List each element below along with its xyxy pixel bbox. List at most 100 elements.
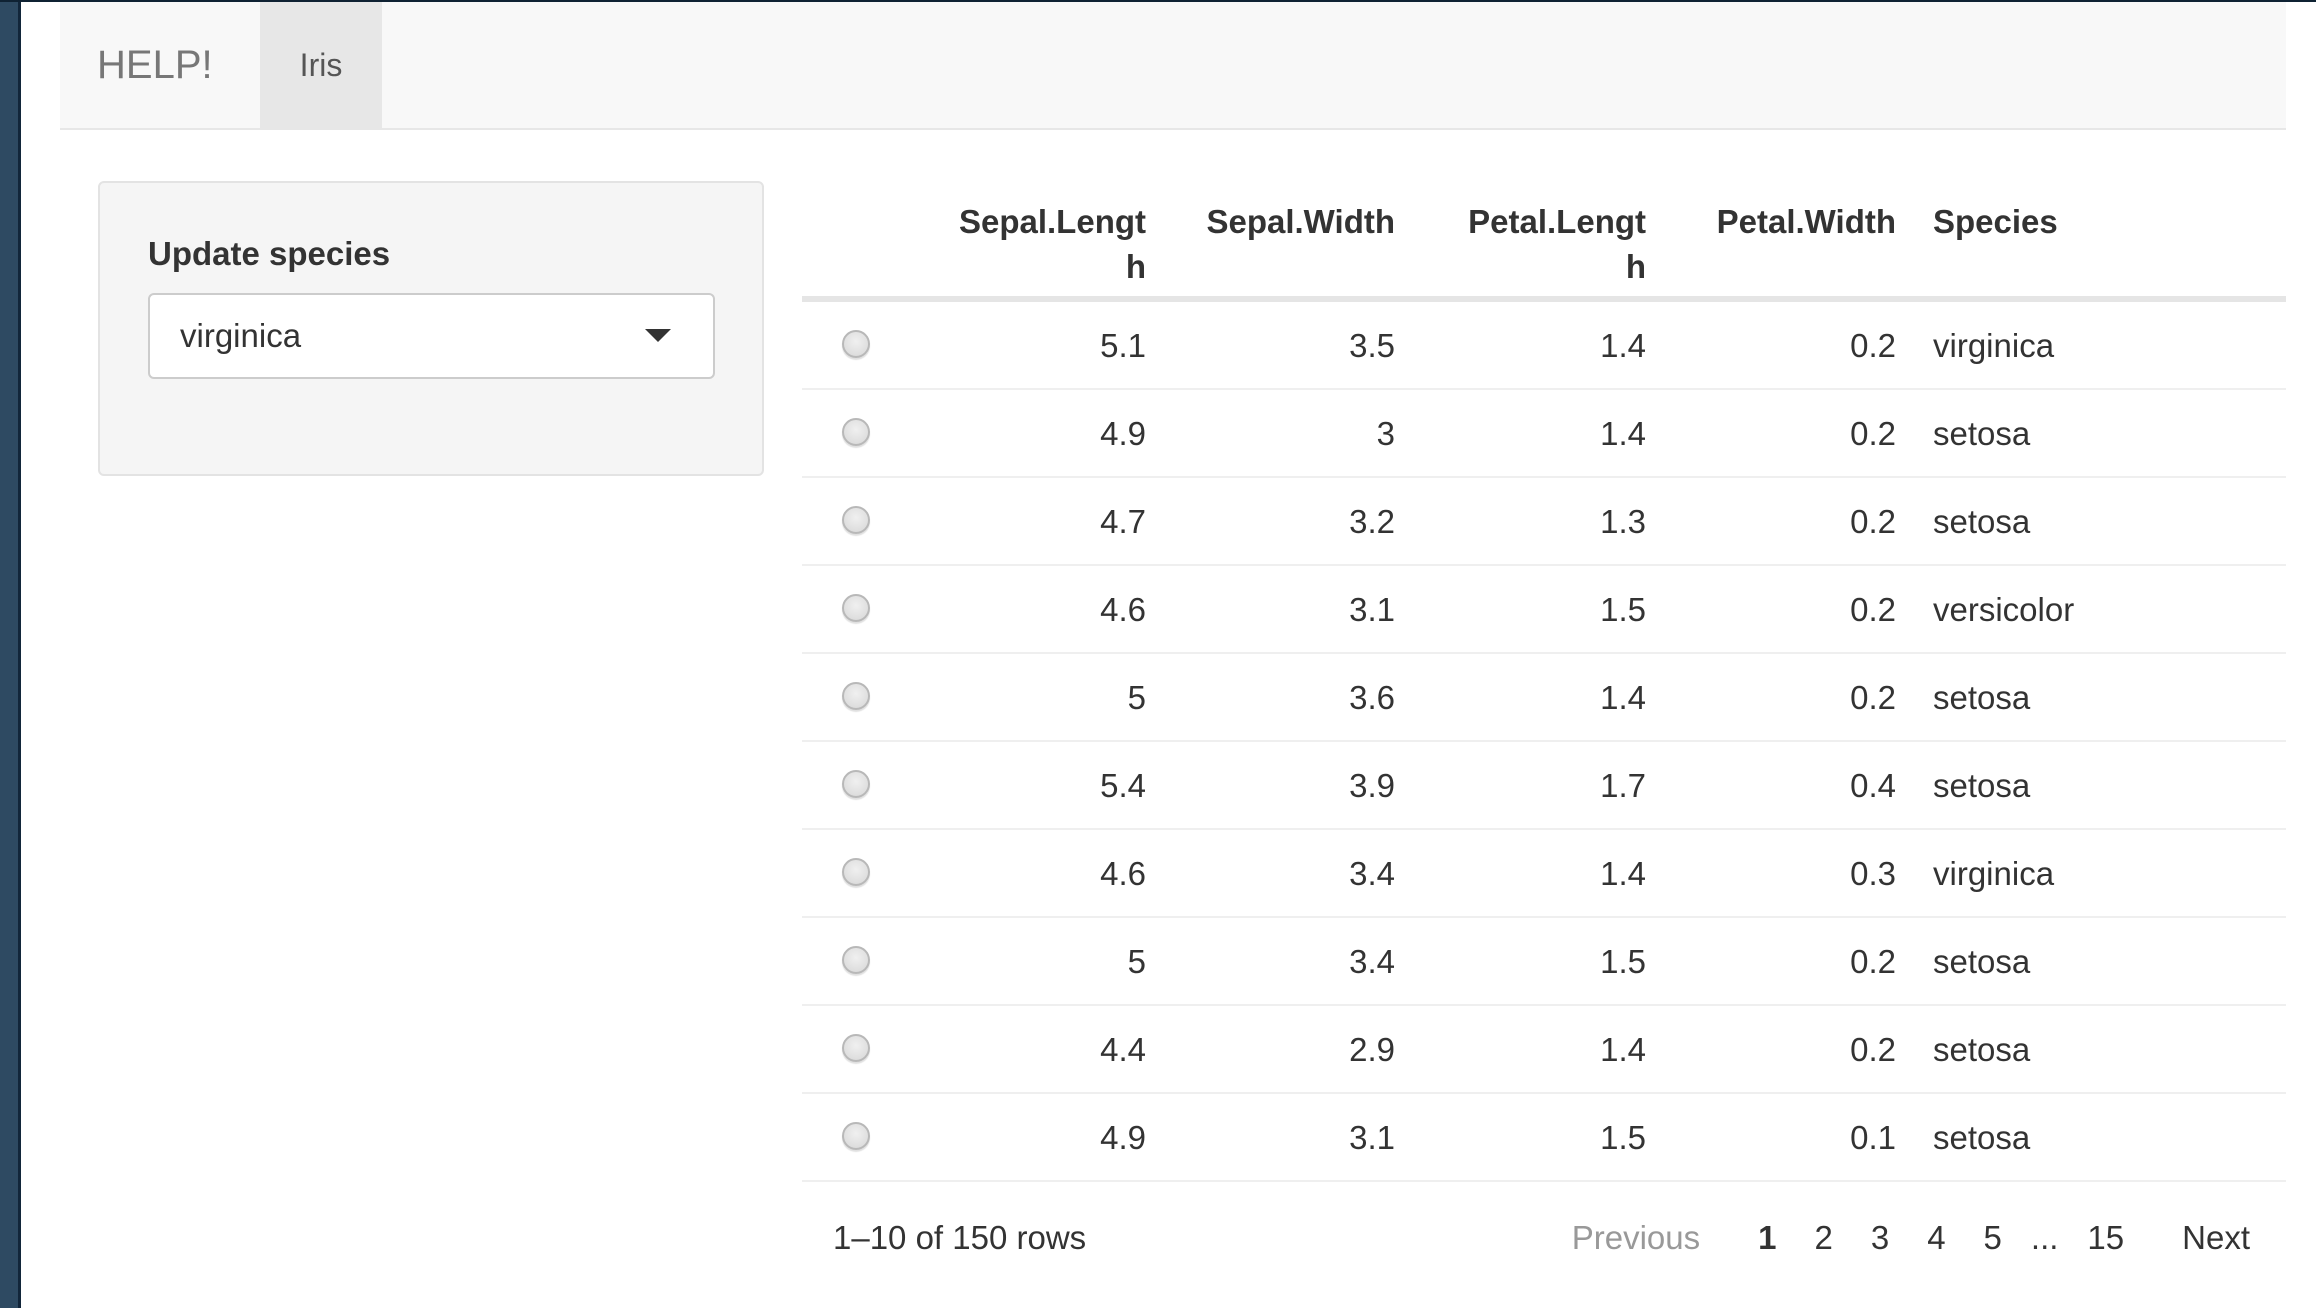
pagination-previous[interactable]: Previous (1553, 1205, 1719, 1271)
cell-petal-length: 1.4 (1600, 415, 1646, 452)
row-select-radio[interactable] (842, 1034, 870, 1062)
cell-species: versicolor (1933, 591, 2075, 628)
cell-species: virginica (1933, 855, 2055, 892)
row-select-radio[interactable] (842, 770, 870, 798)
cell-species: setosa (1933, 679, 2031, 716)
table-body: 5.1 3.5 1.4 0.2 virginica 4.9 3 1.4 0.2 setosa 4.7… (802, 302, 2286, 1182)
row-select-radio[interactable] (842, 682, 870, 710)
cell-petal-width: 0.1 (1850, 1119, 1896, 1156)
table-row[interactable]: 4.6 3.4 1.4 0.3 virginica (802, 830, 2286, 918)
table-row[interactable]: 5 3.6 1.4 0.2 setosa (802, 654, 2286, 742)
cell-sepal-length: 4.9 (1100, 1119, 1146, 1156)
window-edge-border (18, 0, 21, 1308)
species-select-value: virginica (180, 317, 302, 354)
cell-petal-width: 0.2 (1850, 503, 1896, 540)
cell-sepal-length: 5.4 (1100, 767, 1146, 804)
pagination-page-2[interactable]: 2 (1795, 1205, 1851, 1271)
cell-petal-length: 1.3 (1600, 503, 1646, 540)
cell-petal-width: 0.2 (1850, 591, 1896, 628)
cell-petal-length: 1.4 (1600, 1031, 1646, 1068)
cell-petal-width: 0.2 (1850, 1031, 1896, 1068)
pagination-page-5[interactable]: 5 (1965, 1205, 2021, 1271)
header-text-line: Sepal.Lengt (958, 203, 1146, 240)
column-header-petal-width[interactable]: Petal.Width (1646, 199, 1896, 244)
cell-sepal-length: 4.9 (1100, 415, 1146, 452)
cell-sepal-length: 4.6 (1100, 855, 1146, 892)
cell-sepal-width: 3.9 (1349, 767, 1395, 804)
column-header-species[interactable]: Species (1933, 199, 2233, 244)
row-select-radio[interactable] (842, 946, 870, 974)
table-row[interactable]: 4.7 3.2 1.3 0.2 setosa (802, 478, 2286, 566)
cell-petal-length: 1.5 (1600, 943, 1646, 980)
pagination-ellipsis: ... (2030, 1219, 2059, 1256)
row-select-radio[interactable] (842, 330, 870, 358)
cell-petal-length: 1.7 (1600, 767, 1646, 804)
cell-sepal-width: 3.5 (1349, 327, 1395, 364)
table-row[interactable]: 5 3.4 1.5 0.2 setosa (802, 918, 2286, 1006)
iris-table: Sepal.Lengt h Sepal.Width Petal.Lengt h … (802, 181, 2286, 1182)
column-header-sepal-width[interactable]: Sepal.Width (1146, 199, 1395, 244)
column-header-sepal-length[interactable]: Sepal.Lengt h (902, 199, 1146, 289)
species-select-label: Update species (148, 235, 391, 272)
cell-species: virginica (1933, 327, 2055, 364)
cell-species: setosa (1933, 1031, 2031, 1068)
table-row[interactable]: 4.9 3 1.4 0.2 setosa (802, 390, 2286, 478)
cell-sepal-length: 5 (1127, 943, 1146, 980)
header-text-line: h (1625, 248, 1646, 285)
cell-sepal-width: 3.1 (1349, 1119, 1395, 1156)
pagination-next[interactable]: Next (2163, 1205, 2286, 1271)
cell-petal-length: 1.5 (1600, 1119, 1646, 1156)
table-row[interactable]: 4.9 3.1 1.5 0.1 setosa (802, 1094, 2286, 1182)
cell-sepal-length: 5.1 (1100, 327, 1146, 364)
table-footer: 1–10 of 150 rows Previous 1 2 3 4 5 ... … (802, 1205, 2286, 1271)
table-row[interactable]: 5.4 3.9 1.7 0.4 setosa (802, 742, 2286, 830)
pagination-page-1[interactable]: 1 (1739, 1205, 1795, 1271)
cell-sepal-length: 4.4 (1100, 1031, 1146, 1068)
table-row[interactable]: 4.6 3.1 1.5 0.2 versicolor (802, 566, 2286, 654)
window-edge (0, 0, 18, 1308)
row-select-radio[interactable] (842, 506, 870, 534)
cell-sepal-width: 3 (1376, 415, 1395, 452)
cell-petal-length: 1.4 (1600, 855, 1646, 892)
row-select-radio[interactable] (842, 1122, 870, 1150)
cell-petal-length: 1.4 (1600, 327, 1646, 364)
table-info: 1–10 of 150 rows (833, 1219, 1087, 1256)
cell-sepal-width: 2.9 (1349, 1031, 1395, 1068)
row-select-radio[interactable] (842, 594, 870, 622)
cell-petal-width: 0.2 (1850, 679, 1896, 716)
cell-sepal-width: 3.1 (1349, 591, 1395, 628)
caret-down-icon (645, 329, 671, 342)
pagination-page-3[interactable]: 3 (1852, 1205, 1908, 1271)
cell-sepal-length: 4.7 (1100, 503, 1146, 540)
cell-petal-length: 1.4 (1600, 679, 1646, 716)
cell-sepal-length: 4.6 (1100, 591, 1146, 628)
cell-petal-width: 0.2 (1850, 327, 1896, 364)
table-row[interactable]: 5.1 3.5 1.4 0.2 virginica (802, 302, 2286, 390)
table-row[interactable]: 4.4 2.9 1.4 0.2 setosa (802, 1006, 2286, 1094)
row-select-radio[interactable] (842, 858, 870, 886)
header-text-line: h (1125, 248, 1146, 285)
sidebar-panel: Update species virginica (98, 181, 764, 476)
cell-sepal-width: 3.4 (1349, 855, 1395, 892)
cell-sepal-width: 3.6 (1349, 679, 1395, 716)
navbar: HELP! Iris (60, 2, 2286, 130)
pagination-page-4[interactable]: 4 (1908, 1205, 1964, 1271)
species-select[interactable]: virginica (148, 293, 715, 379)
cell-species: setosa (1933, 943, 2031, 980)
cell-petal-width: 0.2 (1850, 415, 1896, 452)
pagination: Previous 1 2 3 4 5 ... 15 Next (1553, 1205, 2286, 1271)
cell-sepal-length: 5 (1127, 679, 1146, 716)
table-header: Sepal.Lengt h Sepal.Width Petal.Lengt h … (802, 181, 2286, 302)
cell-species: setosa (1933, 1119, 2031, 1156)
cell-petal-width: 0.2 (1850, 943, 1896, 980)
row-select-radio[interactable] (842, 418, 870, 446)
navbar-brand[interactable]: HELP! (97, 2, 213, 128)
tab-iris[interactable]: Iris (260, 2, 382, 128)
cell-sepal-width: 3.2 (1349, 503, 1395, 540)
cell-species: setosa (1933, 503, 2031, 540)
cell-species: setosa (1933, 415, 2031, 452)
cell-petal-width: 0.3 (1850, 855, 1896, 892)
header-text-line: Petal.Lengt (1468, 203, 1646, 240)
pagination-page-last[interactable]: 15 (2068, 1205, 2143, 1271)
column-header-petal-length[interactable]: Petal.Lengt h (1395, 199, 1646, 289)
